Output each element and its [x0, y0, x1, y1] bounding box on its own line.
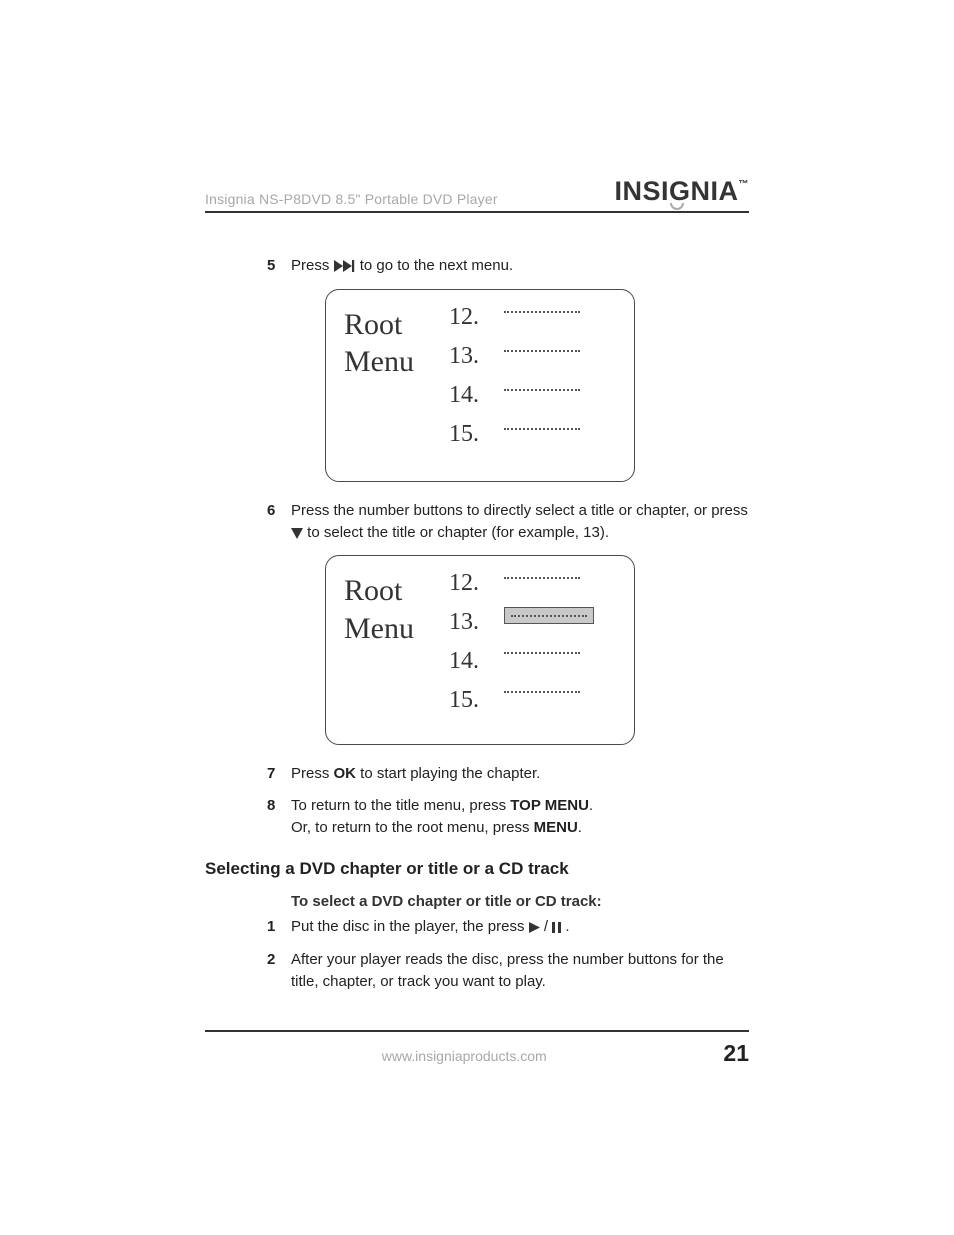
- page-content: Insignia NS-P8DVD 8.5" Portable DVD Play…: [0, 0, 954, 993]
- header: Insignia NS-P8DVD 8.5" Portable DVD Play…: [205, 178, 749, 213]
- step-7: 7 Press OK to start playing the chapter.: [267, 763, 749, 785]
- header-title: Insignia NS-P8DVD 8.5" Portable DVD Play…: [205, 191, 614, 207]
- step-number: 2: [267, 949, 291, 993]
- step-6: 6 Press the number buttons to directly s…: [267, 500, 749, 546]
- footer: www.insigniaproducts.com 21: [205, 1030, 749, 1067]
- page-number: 21: [723, 1040, 749, 1067]
- menu-item: [504, 389, 580, 391]
- step-8: 8 To return to the title menu, press TOP…: [267, 795, 749, 839]
- menu-items: [504, 304, 616, 467]
- menu-title: Root Menu: [344, 304, 449, 467]
- menu-items: [504, 570, 616, 730]
- menu-item-selected: [504, 607, 594, 624]
- step-number: 5: [267, 255, 291, 279]
- step-text: Press OK to start playing the chapter.: [291, 763, 749, 785]
- brand-logo: INSIGNIA™: [614, 178, 749, 207]
- menu-item: [504, 350, 580, 352]
- root-menu-diagram-1: Root Menu 12. 13. 14. 15.: [325, 289, 635, 482]
- step-text: To return to the title menu, press TOP M…: [291, 795, 749, 839]
- step-text: Put the disc in the player, the press / …: [291, 916, 749, 940]
- step-2: 2 After your player reads the disc, pres…: [267, 949, 749, 993]
- step-1: 1 Put the disc in the player, the press …: [267, 916, 749, 940]
- step-number: 7: [267, 763, 291, 785]
- menu-item: [504, 691, 580, 693]
- root-menu-diagram-2: Root Menu 12. 13. 14. 15.: [325, 555, 635, 745]
- play-icon: [529, 918, 540, 940]
- step-number: 8: [267, 795, 291, 839]
- step-5: 5 Press to go to the next menu.: [267, 255, 749, 279]
- step-number: 1: [267, 916, 291, 940]
- menu-title: Root Menu: [344, 570, 449, 730]
- step-text: After your player reads the disc, press …: [291, 949, 749, 993]
- menu-numbers: 12. 13. 14. 15.: [449, 304, 504, 467]
- down-arrow-icon: [291, 524, 303, 546]
- menu-item: [504, 652, 580, 654]
- step-text: Press the number buttons to directly sel…: [291, 500, 749, 546]
- menu-item: [504, 311, 580, 313]
- menu-numbers: 12. 13. 14. 15.: [449, 570, 504, 730]
- footer-url: www.insigniaproducts.com: [205, 1048, 723, 1064]
- section-heading: Selecting a DVD chapter or title or a CD…: [205, 859, 749, 879]
- next-icon: [334, 257, 356, 279]
- pause-icon: [552, 918, 561, 940]
- step-number: 6: [267, 500, 291, 546]
- section-subheading: To select a DVD chapter or title or CD t…: [291, 893, 749, 910]
- menu-item: [504, 428, 580, 430]
- menu-item: [504, 577, 580, 579]
- step-text: Press to go to the next menu.: [291, 255, 749, 279]
